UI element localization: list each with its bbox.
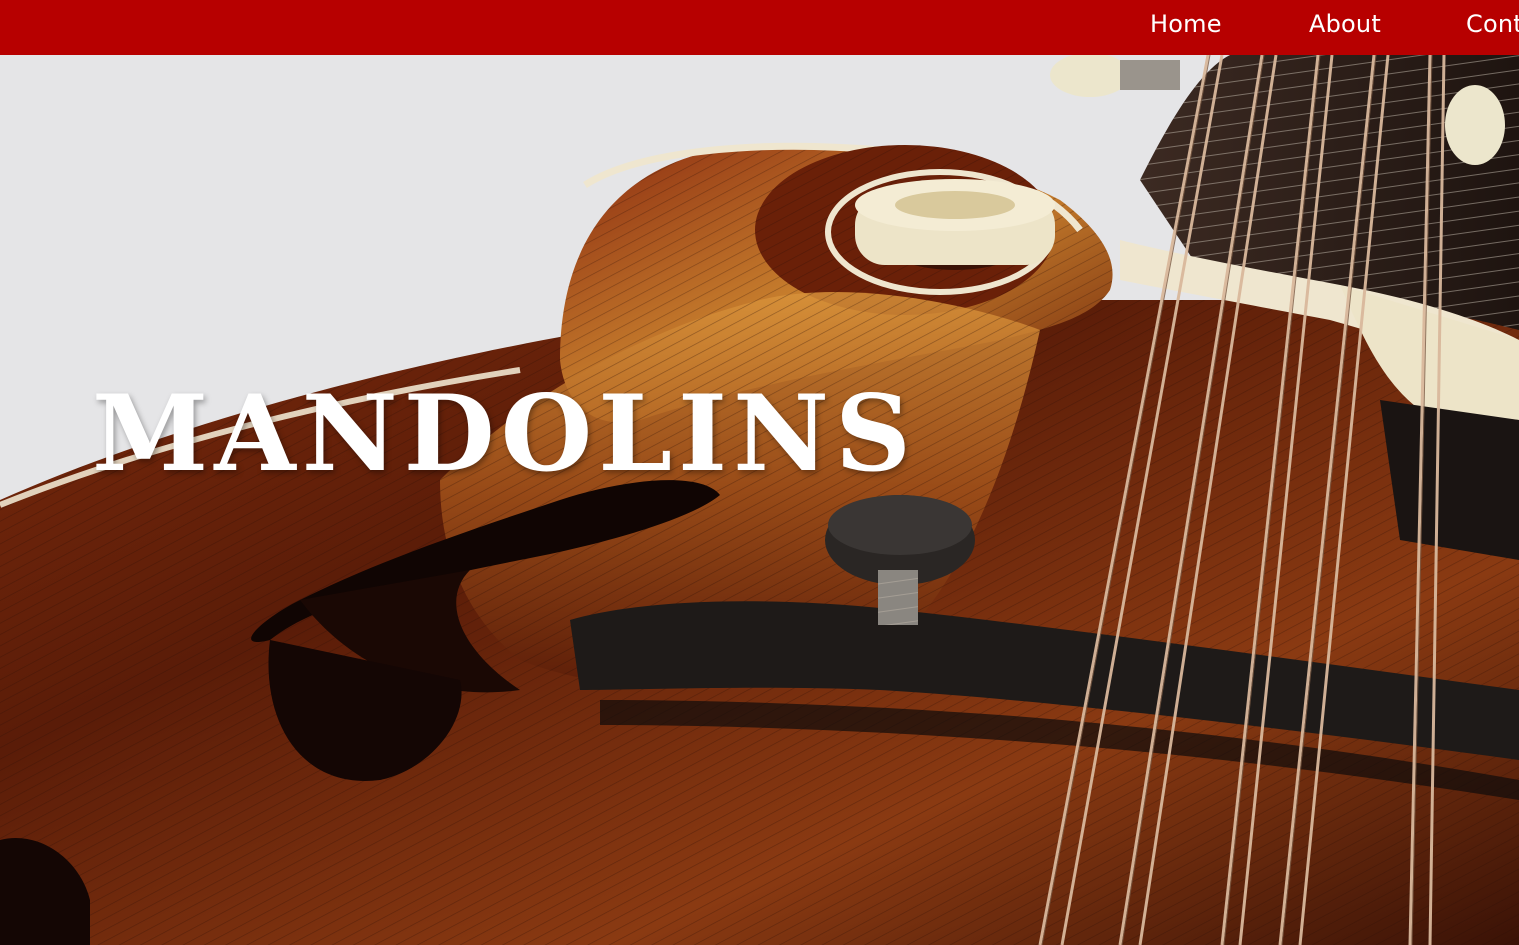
top-navbar: Home About Cont xyxy=(0,0,1519,55)
nav-about-link[interactable]: About xyxy=(1309,0,1381,48)
hero-title: mandolins xyxy=(92,330,917,506)
nav-home-link[interactable]: Home xyxy=(1150,0,1222,48)
page: mandolins Home About Cont xyxy=(0,0,1519,945)
nav-contact-link[interactable]: Cont xyxy=(1466,0,1519,48)
